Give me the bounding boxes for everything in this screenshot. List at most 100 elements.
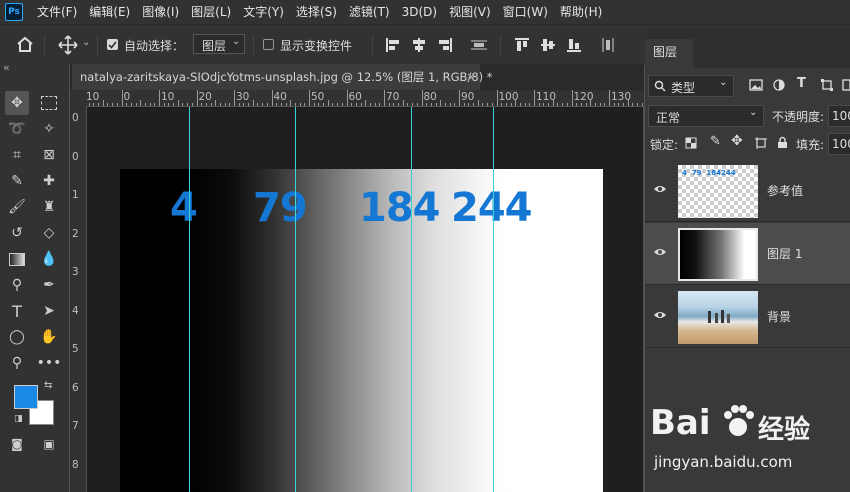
zoom-tool-icon[interactable]: ⚲: [5, 351, 29, 375]
collapse-toolbar-icon[interactable]: «: [3, 61, 10, 74]
align-bottom-icon[interactable]: [566, 37, 582, 53]
type-filter-icon[interactable]: T: [797, 76, 806, 91]
quick-mask-icon[interactable]: ◙: [5, 432, 29, 456]
path-selection-icon[interactable]: ➤: [37, 299, 61, 323]
magic-wand-icon[interactable]: ✧: [37, 117, 61, 141]
menu-view[interactable]: 视图(V): [443, 0, 497, 24]
lock-position-icon[interactable]: ✥: [731, 133, 743, 149]
fill-input[interactable]: 100: [828, 133, 850, 155]
opacity-input[interactable]: 100: [828, 105, 850, 127]
default-colors-icon[interactable]: ◨: [14, 414, 23, 424]
brush-tool-icon[interactable]: 🖌: [5, 195, 29, 219]
menu-window[interactable]: 窗口(W): [497, 0, 554, 24]
layer-name: 图层 1: [767, 247, 803, 261]
align-center-icon[interactable]: [411, 37, 427, 53]
menu-filter[interactable]: 滤镜(T): [343, 0, 396, 24]
guide-line[interactable]: [493, 107, 494, 492]
show-transform-checkbox[interactable]: [263, 39, 274, 50]
layer-row[interactable]: 背景: [645, 286, 850, 348]
dodge-tool-icon[interactable]: ⚲: [5, 273, 29, 297]
hand-tool-icon[interactable]: ✋: [37, 325, 61, 349]
ruler-tick: [304, 103, 306, 106]
menu-help[interactable]: 帮助(H): [554, 0, 608, 24]
photoshop-logo[interactable]: Ps: [5, 3, 23, 21]
align-left-icon[interactable]: [385, 37, 401, 53]
menu-image[interactable]: 图像(I): [136, 0, 185, 24]
eye-icon[interactable]: [653, 182, 667, 196]
ruler-tick: [548, 103, 550, 106]
blur-tool-icon[interactable]: 💧: [37, 247, 61, 271]
menu-bar: Ps 文件(F) 编辑(E) 图像(I) 图层(L) 文字(Y) 选择(S) 滤…: [0, 0, 850, 24]
chevron-down-icon[interactable]: ⌄: [82, 37, 90, 48]
lock-transparency-icon[interactable]: [685, 137, 697, 149]
distribute-vertical-icon[interactable]: [600, 37, 616, 53]
layer-row-selected[interactable]: 图层 1: [645, 223, 850, 285]
distribute-icon[interactable]: [470, 37, 488, 53]
ruler-tick: [327, 100, 329, 106]
eye-icon[interactable]: [653, 245, 667, 259]
foreground-color-swatch[interactable]: [14, 385, 38, 409]
canvas-area[interactable]: 4 79 184 244: [87, 107, 643, 492]
ruler-tick: [590, 100, 592, 106]
auto-select-checkbox[interactable]: [107, 39, 118, 50]
smart-object-filter-icon[interactable]: [842, 79, 850, 91]
ruler-tick: [229, 103, 231, 106]
pen-tool-icon[interactable]: ✒: [37, 273, 61, 297]
lasso-tool-icon[interactable]: ➰: [5, 117, 29, 141]
crop-tool-icon[interactable]: ⌗: [5, 143, 29, 167]
ruler-tick-label: 30: [236, 91, 250, 103]
menu-layer[interactable]: 图层(L): [185, 0, 237, 24]
close-icon[interactable]: ×: [466, 64, 476, 90]
tools-panel: « ✥ ➰ ✧ ⌗ ⊠ ✎ ✚ 🖌 ♜ ↺ ◇ 💧 ⚲ ✒ T ➤ ◯ ✋ ⚲ …: [0, 61, 69, 492]
menu-type[interactable]: 文字(Y): [237, 0, 290, 24]
adjustment-filter-icon[interactable]: [773, 79, 785, 91]
align-right-icon[interactable]: [437, 37, 453, 53]
ruler-tick: [234, 90, 235, 106]
blend-mode-dropdown[interactable]: 正常 ⌄: [648, 105, 764, 127]
lock-artboard-icon[interactable]: [755, 137, 767, 149]
ruler-tick: [93, 103, 95, 106]
value-label: 184: [359, 185, 440, 231]
guide-line[interactable]: [411, 107, 412, 492]
marquee-tool-icon[interactable]: [37, 91, 61, 115]
ruler-tick: [201, 103, 203, 106]
clone-stamp-icon[interactable]: ♜: [37, 195, 61, 219]
ruler-tick: [444, 103, 446, 106]
eyedropper-icon[interactable]: ✎: [5, 169, 29, 193]
menu-select[interactable]: 选择(S): [290, 0, 343, 24]
more-tools-icon[interactable]: •••: [37, 351, 62, 375]
screen-mode-icon[interactable]: ▣: [37, 432, 61, 456]
move-tool-icon[interactable]: ✥: [5, 91, 29, 115]
healing-brush-icon[interactable]: ✚: [37, 169, 61, 193]
history-brush-icon[interactable]: ↺: [5, 221, 29, 245]
gradient-tool-icon[interactable]: [5, 247, 29, 271]
layer-filter-dropdown[interactable]: 类型 ⌄: [648, 75, 734, 97]
document-tab[interactable]: natalya-zaritskaya-SIOdjcYotms-unsplash.…: [72, 64, 493, 90]
lock-all-icon[interactable]: [777, 136, 788, 149]
horizontal-ruler: 100102030405060708090100110120130140: [70, 90, 644, 107]
home-icon[interactable]: [16, 36, 34, 52]
auto-select-target-dropdown[interactable]: 图层 ⌄: [193, 34, 245, 54]
image-filter-icon[interactable]: [749, 79, 763, 91]
layer-row[interactable]: 4 79 184244 参考值: [645, 160, 850, 222]
guide-line[interactable]: [189, 107, 190, 492]
tab-layers[interactable]: 图层: [645, 39, 693, 68]
type-tool-icon[interactable]: T: [5, 299, 29, 323]
align-middle-icon[interactable]: [540, 37, 556, 53]
move-tool-icon[interactable]: [58, 35, 78, 55]
eye-icon[interactable]: [653, 308, 667, 322]
frame-tool-icon[interactable]: ⊠: [37, 143, 61, 167]
ellipse-tool-icon[interactable]: ◯: [5, 325, 29, 349]
align-top-icon[interactable]: [514, 37, 530, 53]
swap-colors-icon[interactable]: ⇆: [44, 380, 52, 391]
menu-file[interactable]: 文件(F): [31, 0, 83, 24]
ruler-origin[interactable]: [70, 90, 86, 106]
ruler-tick: [243, 103, 245, 106]
shape-filter-icon[interactable]: [821, 79, 833, 91]
guide-line[interactable]: [295, 107, 296, 492]
lock-pixels-icon[interactable]: ✎: [710, 134, 721, 149]
eraser-icon[interactable]: ◇: [37, 221, 61, 245]
menu-3d[interactable]: 3D(D): [396, 0, 443, 24]
ruler-tick: [116, 103, 118, 106]
menu-edit[interactable]: 编辑(E): [83, 0, 136, 24]
